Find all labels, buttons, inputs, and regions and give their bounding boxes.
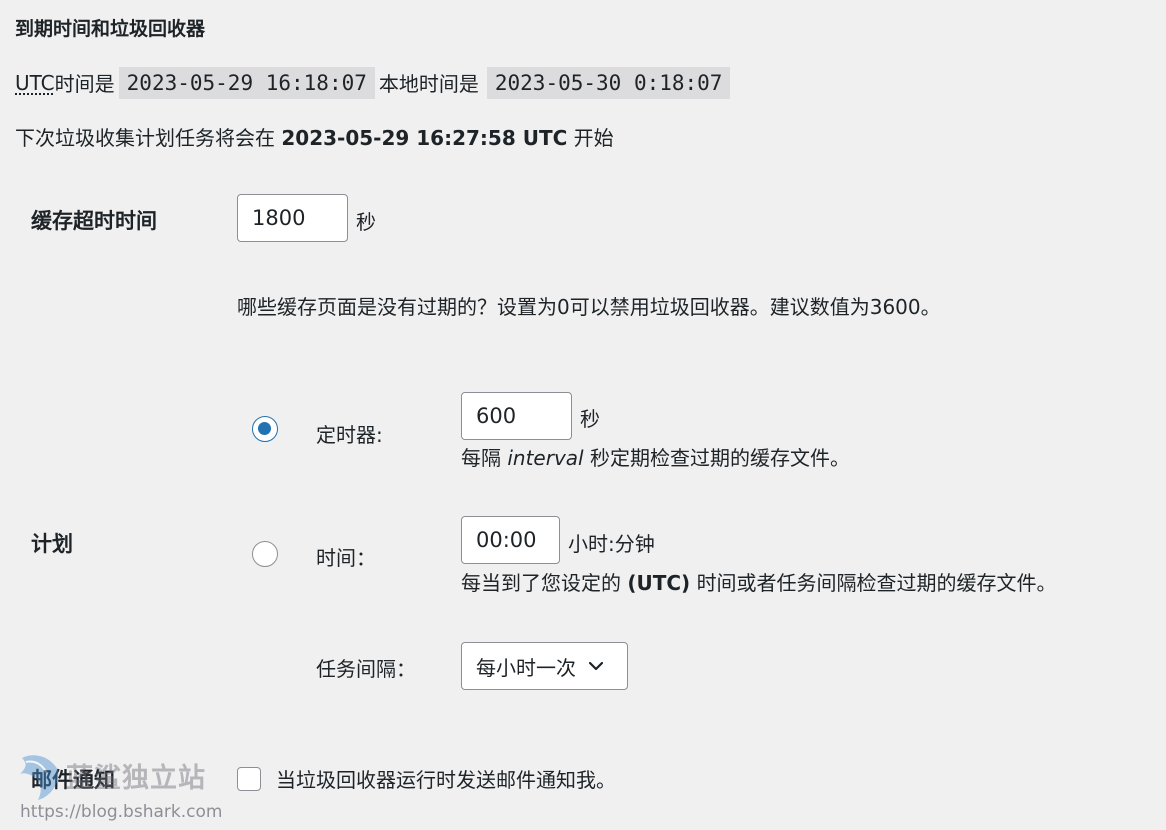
timer-desc-em: interval (507, 446, 584, 470)
utc-abbr: UTC (15, 70, 55, 95)
clock-desc-bold: (UTC) (627, 571, 691, 595)
timer-unit: 秒 (580, 407, 600, 431)
clock-desc-prefix: 每当到了您设定的 (461, 571, 621, 595)
clock-time-input[interactable] (461, 516, 560, 564)
local-time-value: 2023-05-30 0:18:07 (486, 66, 731, 99)
cache-timeout-description: 哪些缓存页面是没有过期的？设置为0可以禁用垃圾回收器。建议数值为3600。 (237, 295, 941, 319)
interval-label: 任务间隔： (316, 657, 416, 681)
email-checkbox-label: 当垃圾回收器运行时发送邮件通知我。 (276, 768, 616, 792)
clock-label: 时间： (316, 546, 376, 570)
timer-description: 每隔 interval 秒定期检查过期的缓存文件。 (461, 442, 850, 471)
email-notify-checkbox[interactable] (237, 767, 261, 791)
time-info-row: UTC 时间是 2023-05-29 16:18:07 本地时间是 2023-0… (15, 66, 734, 99)
watermark-name: 蓝鲨独立站 (66, 763, 206, 794)
next-gc-suffix: 开始 (573, 126, 614, 150)
timer-label: 定时器: (316, 423, 383, 447)
utc-time-value: 2023-05-29 16:18:07 (118, 66, 375, 99)
section-title: 到期时间和垃圾回收器 (15, 18, 206, 40)
timer-desc-prefix: 每隔 (461, 446, 501, 470)
chevron-down-icon (588, 661, 604, 671)
timer-radio[interactable] (252, 416, 278, 442)
utc-label-suffix: 时间是 (54, 72, 115, 96)
next-gc-datetime: 2023-05-29 16:27:58 UTC (281, 126, 568, 150)
schedule-label: 计划 (31, 532, 73, 556)
local-time-label: 本地时间是 (378, 72, 479, 96)
clock-radio[interactable] (252, 541, 278, 567)
interval-selected-value: 每小时一次 (476, 655, 576, 680)
clock-description: 每当到了您设定的 (UTC) 时间或者任务间隔检查过期的缓存文件。 (461, 567, 1057, 596)
watermark-url: https://blog.bshark.com (20, 802, 223, 822)
cache-timeout-label: 缓存超时时间 (31, 209, 157, 233)
shark-logo-icon (20, 755, 59, 800)
cache-timeout-input[interactable] (237, 194, 348, 242)
next-gc-row: 下次垃圾收集计划任务将会在 2023-05-29 16:27:58 UTC 开始 (15, 122, 614, 151)
timer-interval-input[interactable] (461, 392, 572, 440)
clock-desc-suffix: 时间或者任务间隔检查过期的缓存文件。 (696, 571, 1057, 595)
timer-desc-suffix: 秒定期检查过期的缓存文件。 (589, 446, 850, 470)
clock-unit: 小时:分钟 (568, 532, 655, 556)
cache-timeout-unit: 秒 (356, 210, 376, 234)
next-gc-prefix: 下次垃圾收集计划任务将会在 (15, 126, 275, 150)
interval-select[interactable]: 每小时一次 (461, 642, 628, 690)
